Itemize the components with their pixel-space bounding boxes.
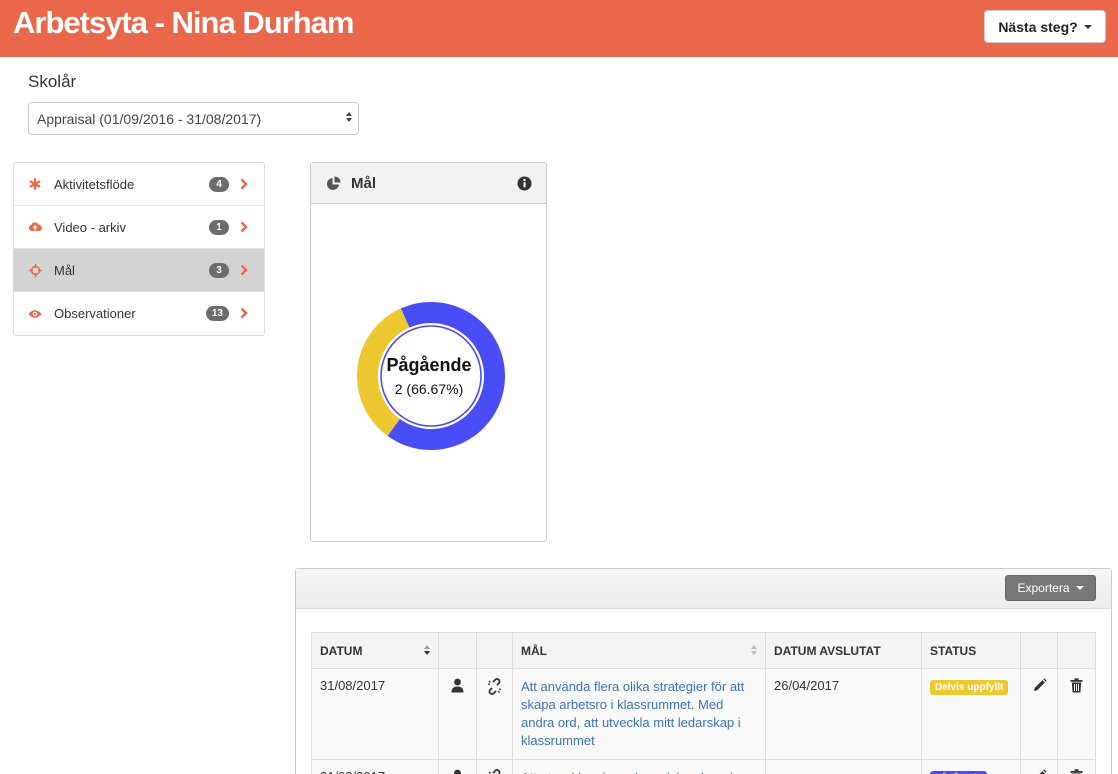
sidenav-item-label: Observationer [54, 306, 136, 321]
sidenav-item-observations[interactable]: Observationer 13 [14, 292, 264, 335]
unlink-icon[interactable] [476, 759, 513, 774]
column-header-goal[interactable]: MÅL [512, 632, 766, 669]
eye-icon [28, 307, 42, 321]
chevron-right-icon [240, 178, 248, 193]
sidenav-item-label: Mål [54, 262, 75, 278]
user-icon[interactable] [438, 668, 477, 760]
count-badge: 13 [205, 306, 229, 321]
table-row: 31/08/2017 Att utveckla min pedagogiska … [311, 759, 1096, 774]
goal-link[interactable]: Att utveckla min pedagogiska planering [521, 770, 747, 774]
cell-goal: Att utveckla min pedagogiska planering [512, 759, 766, 774]
sort-icon [751, 645, 757, 655]
edit-icon[interactable] [1020, 759, 1058, 774]
trash-icon[interactable] [1057, 668, 1096, 760]
unlink-icon[interactable] [476, 668, 513, 760]
donut-center-label: Pågående [386, 355, 471, 375]
caret-down-icon [1075, 586, 1084, 590]
page-title: Arbetsyta - Nina Durham [13, 5, 354, 40]
donut-highlight-ring [380, 325, 482, 427]
goals-donut-chart: Pågående 2 (66.67%) [357, 302, 505, 450]
goals-table-wrap: DATUM MÅL DATUM AVSLUTAT STATUS 31/08/20… [311, 632, 1096, 774]
next-steps-label: Nästa steg? [998, 18, 1078, 35]
export-label: Exportera [1017, 581, 1070, 595]
donut-center-value: 2 (66.67%) [395, 381, 463, 397]
school-year-label: Skolår [28, 72, 77, 91]
column-header-date[interactable]: DATUM [311, 632, 439, 669]
goals-widget-title: Mål [351, 174, 377, 192]
column-header-link [476, 632, 513, 669]
top-bar: Arbetsyta - Nina Durham Nästa steg? [0, 0, 1118, 57]
goals-widget: Mål Pågående 2 (66.67%) [310, 162, 547, 542]
chevron-right-icon [240, 264, 248, 279]
cell-date: 31/08/2017 [311, 668, 439, 760]
cell-status: Delvis uppfyllt [921, 668, 1021, 760]
column-header-status: STATUS [921, 632, 1021, 669]
chevron-right-icon [240, 221, 248, 236]
school-year-select[interactable]: Appraisal (01/09/2016 - 31/08/2017) [28, 102, 359, 135]
edit-icon[interactable] [1020, 668, 1058, 760]
caret-down-icon [1083, 24, 1092, 29]
table-row: 31/08/2017 Att använda flera olika strat… [311, 668, 1096, 760]
panel-toolbar: Exportera [296, 569, 1111, 609]
sidenav-item-activity[interactable]: Aktivitetsflöde 4 [14, 163, 264, 206]
pie-chart-icon [326, 176, 341, 191]
crosshair-icon [28, 263, 42, 277]
next-steps-button[interactable]: Nästa steg? [984, 10, 1106, 43]
count-badge: 1 [209, 220, 229, 235]
cell-date-completed: 26/04/2017 [765, 668, 922, 760]
side-nav: Aktivitetsflöde 4 Video - arkiv 1 Mål 3 … [13, 162, 265, 336]
sidenav-item-video-archive[interactable]: Video - arkiv 1 [14, 206, 264, 249]
export-button[interactable]: Exportera [1005, 575, 1096, 601]
cloud-upload-icon [28, 220, 42, 234]
goals-table-panel: Exportera DATUM MÅL DATUM AVSLUTAT STATU… [295, 568, 1112, 774]
goals-widget-header: Mål [311, 163, 546, 204]
sort-icon [424, 645, 430, 655]
asterisk-icon [28, 177, 42, 191]
cell-date-completed [765, 759, 922, 774]
table-header-row: DATUM MÅL DATUM AVSLUTAT STATUS [311, 632, 1096, 669]
select-arrows-icon [346, 112, 352, 122]
sidenav-item-label: Video - arkiv [54, 219, 127, 235]
goal-link[interactable]: Att använda flera olika strategier för a… [521, 679, 744, 748]
goals-table: DATUM MÅL DATUM AVSLUTAT STATUS 31/08/20… [311, 632, 1096, 774]
status-badge: Delvis uppfyllt [930, 680, 1009, 695]
column-header-date-completed: DATUM AVSLUTAT [765, 632, 922, 669]
column-header-user [438, 632, 477, 669]
chevron-right-icon [240, 307, 248, 322]
school-year-selected: Appraisal (01/09/2016 - 31/08/2017) [37, 110, 262, 127]
sidenav-item-goals[interactable]: Mål 3 [14, 249, 264, 292]
sidenav-item-label: Aktivitetsflöde [54, 176, 135, 192]
column-header-edit [1020, 632, 1058, 669]
cell-date: 31/08/2017 [311, 759, 439, 774]
user-icon[interactable] [438, 759, 477, 774]
cell-goal: Att använda flera olika strategier för a… [512, 668, 766, 760]
count-badge: 3 [209, 263, 229, 278]
info-icon[interactable] [517, 176, 532, 195]
trash-icon[interactable] [1057, 759, 1096, 774]
column-header-delete [1057, 632, 1096, 669]
cell-status: Pågående [921, 759, 1021, 774]
count-badge: 4 [209, 177, 229, 192]
goals-table-body: 31/08/2017 Att använda flera olika strat… [311, 668, 1096, 774]
